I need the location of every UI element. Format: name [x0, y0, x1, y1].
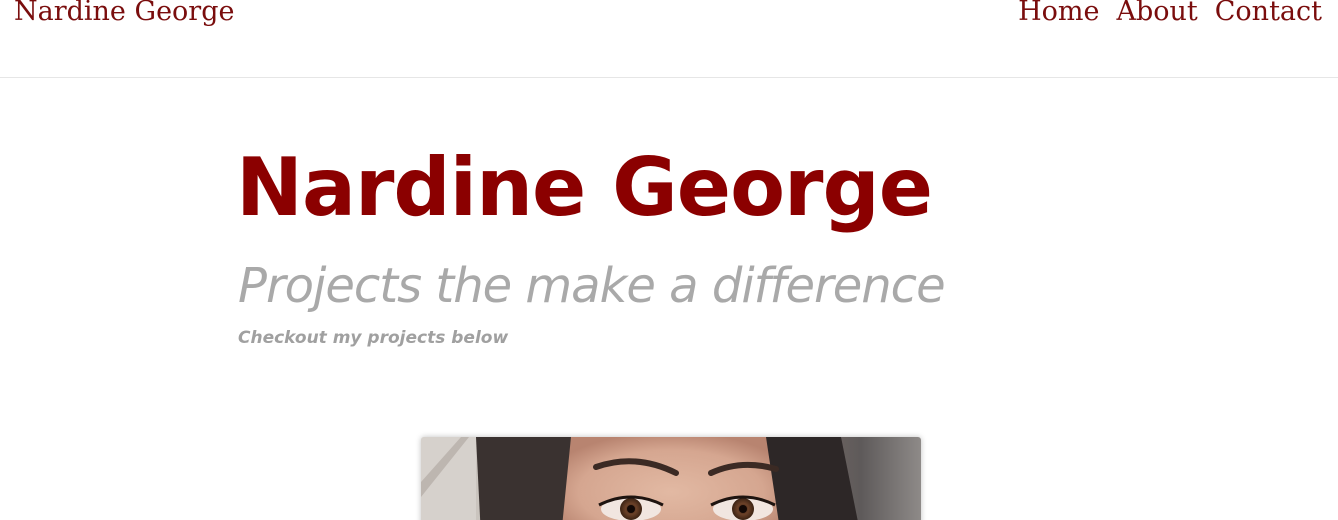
nav-link-about[interactable]: About: [1116, 0, 1197, 27]
nav-link-contact[interactable]: Contact: [1215, 0, 1322, 27]
hero-title: Nardine George: [236, 141, 933, 234]
hero-tagline: Checkout my projects below: [238, 328, 509, 348]
nav-link-home[interactable]: Home: [1018, 0, 1099, 27]
navbar: Nardine George Home About Contact: [0, 0, 1338, 78]
nav-links: Home About Contact: [1018, 0, 1322, 27]
hero-subtitle: Projects the make a difference: [238, 258, 946, 314]
brand-link[interactable]: Nardine George: [14, 0, 234, 27]
profile-photo: [421, 437, 921, 520]
